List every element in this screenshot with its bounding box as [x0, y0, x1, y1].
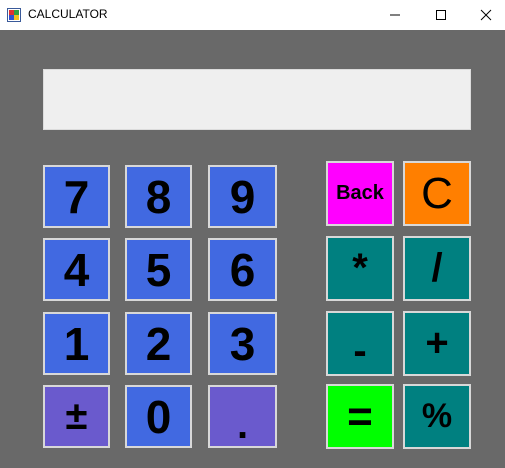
decimal-button[interactable]: .	[208, 385, 277, 448]
multiply-button[interactable]: *	[326, 236, 394, 301]
close-button[interactable]	[463, 0, 505, 30]
key-2[interactable]: 2	[125, 312, 192, 375]
key-4[interactable]: 4	[43, 238, 110, 301]
key-1[interactable]: 1	[43, 312, 110, 375]
equals-button[interactable]: =	[326, 384, 394, 449]
maximize-icon	[436, 10, 446, 20]
percent-button[interactable]: %	[403, 384, 471, 449]
title-bar[interactable]: CALCULATOR	[0, 0, 505, 30]
key-6[interactable]: 6	[208, 238, 277, 301]
window-title: CALCULATOR	[28, 7, 108, 21]
minimize-icon	[390, 14, 400, 16]
app-icon	[7, 8, 21, 22]
key-8[interactable]: 8	[125, 165, 192, 228]
subtract-button[interactable]: -	[326, 311, 394, 376]
back-button[interactable]: Back	[326, 161, 394, 226]
divide-button[interactable]: /	[403, 236, 471, 301]
plus-minus-button[interactable]: ±	[43, 385, 110, 448]
key-5[interactable]: 5	[125, 238, 192, 301]
key-3[interactable]: 3	[208, 312, 277, 375]
maximize-button[interactable]	[418, 0, 464, 30]
add-button[interactable]: +	[403, 311, 471, 376]
calculator-window: CALCULATOR 7 8 9 Back C 4 5 6 * / 1 2 3 …	[0, 0, 505, 468]
minimize-button[interactable]	[372, 0, 418, 30]
close-icon	[480, 9, 492, 21]
key-7[interactable]: 7	[43, 165, 110, 228]
clear-button[interactable]: C	[403, 161, 471, 226]
key-9[interactable]: 9	[208, 165, 277, 228]
display-field[interactable]	[43, 69, 471, 130]
key-0[interactable]: 0	[125, 385, 192, 448]
